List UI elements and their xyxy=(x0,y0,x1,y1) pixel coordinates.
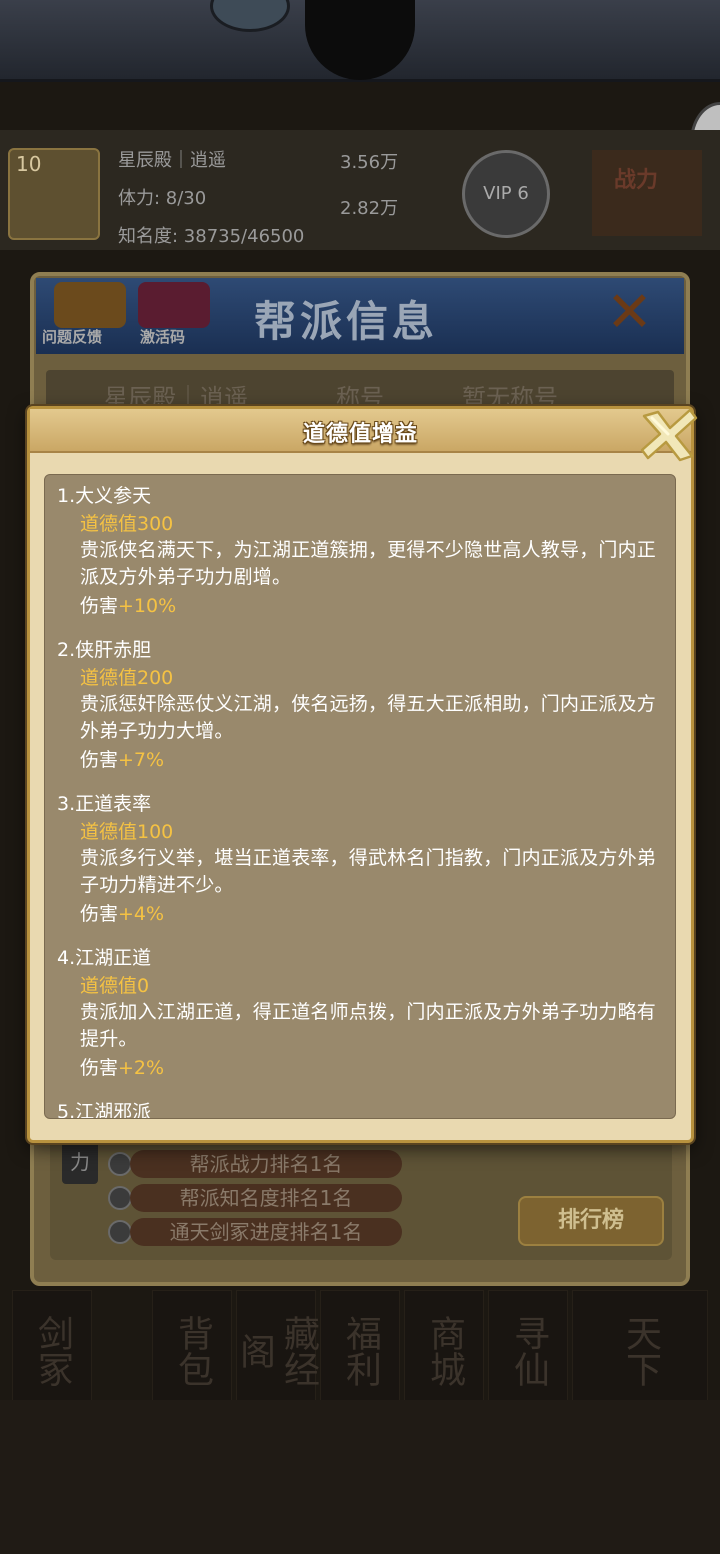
guild-panel-close-icon: ✕ xyxy=(606,280,653,345)
bonus-label: 伤害 xyxy=(80,903,119,925)
yin-yang-icon xyxy=(108,1186,132,1210)
bonus-label: 伤害 xyxy=(80,749,119,771)
nav-sword-tomb[interactable]: 剑冢 xyxy=(12,1290,92,1402)
ranking-fame: 帮派知名度排名1名 xyxy=(130,1184,402,1212)
entry-bonus: 伤害+7% xyxy=(80,745,667,775)
ranking-tomb: 通天剑冢进度排名1名 xyxy=(130,1218,402,1246)
code-button-label: 激活码 xyxy=(140,328,186,346)
feedback-chest-icon xyxy=(54,282,126,328)
hud-gold: 2.82万 xyxy=(340,198,399,219)
yin-yang-icon xyxy=(108,1152,132,1176)
bonus-value: +10% xyxy=(118,595,177,617)
entry-bonus: 伤害+2% xyxy=(80,1053,667,1083)
nav-backpack[interactable]: 背包 xyxy=(152,1290,232,1402)
guild-level: 10 xyxy=(16,152,42,176)
bonus-value: +4% xyxy=(118,903,165,925)
entry-title: 4.江湖正道 xyxy=(57,947,152,969)
bonus-entry: 2.侠肝赤胆 道德值200 贵派惩奸除恶仗义江湖，侠名远扬，得五大正派相助，门内… xyxy=(57,635,667,775)
power-tag: 力 xyxy=(62,1140,98,1184)
nav-seek[interactable]: 寻仙 xyxy=(488,1290,568,1402)
bonus-entry: 5.江湖邪派 xyxy=(57,1097,667,1119)
hud-fame: 知名度: 38735/46500 xyxy=(118,226,305,247)
nav-welfare[interactable]: 福利 xyxy=(320,1290,400,1402)
power-display: 战力 xyxy=(592,150,702,236)
entry-bonus: 伤害+10% xyxy=(80,591,667,621)
entry-bonus: 伤害+4% xyxy=(80,899,667,929)
hud-stamina: 体力: 8/30 xyxy=(118,188,207,209)
close-icon xyxy=(640,408,698,462)
power-label: 战力 xyxy=(614,168,659,193)
entry-requirement: 道德值0 xyxy=(80,975,150,997)
feedback-button-label: 问题反馈 xyxy=(42,328,103,346)
entry-description: 贵派惩奸除恶仗义江湖，侠名远扬，得五大正派相助，门内正派及方外弟子功力大增。 xyxy=(80,693,657,742)
entry-requirement: 道德值300 xyxy=(80,513,174,535)
entry-description: 贵派多行义举，堪当正道表率，得武林名门指教，门内正派及方外弟子功力精进不少。 xyxy=(80,847,657,896)
ranking-power: 帮派战力排名1名 xyxy=(130,1150,402,1178)
guild-info-title: 帮派信息 xyxy=(254,297,439,346)
bonus-value: +7% xyxy=(118,749,165,771)
close-button[interactable] xyxy=(636,406,700,464)
nav-world[interactable]: 天下 xyxy=(572,1290,708,1402)
entry-requirement: 道德值200 xyxy=(80,667,174,689)
bonus-list[interactable]: 1.大义参天 道德值300 贵派侠名满天下，为江湖正道簇拥，更得不少隐世高人教导… xyxy=(44,474,676,1119)
bottom-bar xyxy=(0,1400,720,1554)
entry-requirement: 道德值100 xyxy=(80,821,174,843)
gift-box-icon xyxy=(138,282,210,328)
ranking-button[interactable]: 排行榜 xyxy=(518,1196,664,1246)
yin-yang-icon xyxy=(108,1220,132,1244)
nav-library[interactable]: 藏经阁 xyxy=(234,1290,319,1402)
bonus-entry: 3.正道表率 道德值100 贵派多行义举，堪当正道表率，得武林名门指教，门内正派… xyxy=(57,789,667,929)
bonus-value: +2% xyxy=(118,1057,165,1079)
bonus-entry: 1.大义参天 道德值300 贵派侠名满天下，为江湖正道簇拥，更得不少隐世高人教导… xyxy=(57,481,667,621)
entry-description: 贵派侠名满天下，为江湖正道簇拥，更得不少隐世高人教导，门内正派及方外弟子功力剧增… xyxy=(80,539,657,588)
nav-shop[interactable]: 商城 xyxy=(404,1290,484,1402)
bonus-entry: 4.江湖正道 道德值0 贵派加入江湖正道，得正道名师点拨，门内正派及方外弟子功力… xyxy=(57,943,667,1083)
hud-silver: 3.56万 xyxy=(340,152,399,173)
entry-description: 贵派加入江湖正道，得正道名师点拨，门内正派及方外弟子功力略有提升。 xyxy=(80,1001,657,1050)
entry-title: 2.侠肝赤胆 xyxy=(57,639,152,661)
dialog-title: 道德值增益 xyxy=(302,422,418,447)
bonus-label: 伤害 xyxy=(80,1057,119,1079)
hud-guild-name: 星辰殿｜逍遥 xyxy=(118,150,226,171)
entry-title: 3.正道表率 xyxy=(57,793,152,815)
vip-badge: VIP 6 xyxy=(462,150,550,238)
bonus-label: 伤害 xyxy=(80,595,119,617)
entry-title: 1.大义参天 xyxy=(57,485,152,507)
entry-title: 5.江湖邪派 xyxy=(57,1101,152,1119)
